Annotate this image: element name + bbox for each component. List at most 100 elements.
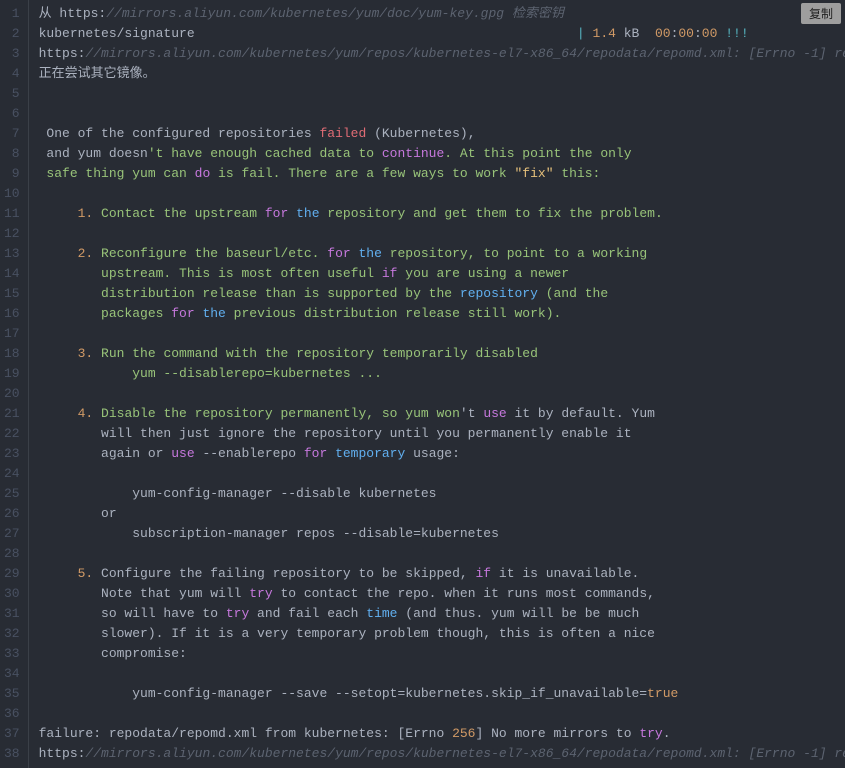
code-token: 't xyxy=(460,406,483,421)
code-token: yum-config-manager --save --setopt=kuber… xyxy=(39,686,648,701)
code-line: 1. Contact the upstream for the reposito… xyxy=(39,204,845,224)
code-line: and yum doesn't have enough cached data … xyxy=(39,144,845,164)
line-number: 18 xyxy=(4,344,20,364)
code-token: : xyxy=(694,26,702,41)
code-line: subscription-manager repos --disable=kub… xyxy=(39,524,845,544)
code-token: compromise: xyxy=(39,646,187,661)
code-token: "fix" xyxy=(515,166,554,181)
line-number: 32 xyxy=(4,624,20,644)
code-content[interactable]: 从 https://mirrors.aliyun.com/kubernetes/… xyxy=(29,0,845,768)
line-number: 13 xyxy=(4,244,20,264)
code-token: if xyxy=(476,566,492,581)
line-number: 20 xyxy=(4,384,20,404)
code-line xyxy=(39,704,845,724)
code-token: repository xyxy=(460,286,538,301)
line-number: 9 xyxy=(4,164,20,184)
code-token: kubernetes/signature xyxy=(39,26,577,41)
line-number: 38 xyxy=(4,744,20,764)
code-line: 3. Run the command with the repository t… xyxy=(39,344,845,364)
code-token: //mirrors.aliyun.com/kubernetes/yum/doc/… xyxy=(106,6,564,21)
code-token: 't have enough cached data to xyxy=(148,146,382,161)
code-token: . At this point the only xyxy=(444,146,631,161)
code-token: 3. xyxy=(78,346,94,361)
code-token: use xyxy=(483,406,506,421)
code-token: kB xyxy=(616,26,655,41)
line-number: 25 xyxy=(4,484,20,504)
code-line: distribution release than is supported b… xyxy=(39,284,845,304)
code-token: try xyxy=(226,606,249,621)
code-token xyxy=(585,26,593,41)
code-line: compromise: xyxy=(39,644,845,664)
code-token: 2. xyxy=(78,246,94,261)
code-token: packages xyxy=(39,306,172,321)
code-token: 00 xyxy=(655,26,671,41)
code-token: or xyxy=(39,506,117,521)
code-token: the xyxy=(359,246,382,261)
code-line: will then just ignore the repository unt… xyxy=(39,424,845,444)
line-number: 35 xyxy=(4,684,20,704)
line-number: 17 xyxy=(4,324,20,344)
code-token: and fail each xyxy=(249,606,366,621)
code-token: continue xyxy=(382,146,444,161)
code-token: it by default. Yum xyxy=(507,406,655,421)
code-token xyxy=(39,566,78,581)
code-token: 1.4 xyxy=(593,26,616,41)
code-line: failure: repodata/repomd.xml from kubern… xyxy=(39,724,845,744)
line-number: 22 xyxy=(4,424,20,444)
code-token: you are using a newer xyxy=(397,266,569,281)
code-line xyxy=(39,324,845,344)
code-token xyxy=(39,406,78,421)
line-number: 12 xyxy=(4,224,20,244)
code-line: yum-config-manager --disable kubernetes xyxy=(39,484,845,504)
code-token: upstream. This is most often useful xyxy=(39,266,382,281)
line-number: 3 xyxy=(4,44,20,64)
code-token: and yum doesn xyxy=(39,146,148,161)
code-token: try xyxy=(639,726,662,741)
line-number: 23 xyxy=(4,444,20,464)
code-line: yum --disablerepo=kubernetes ... xyxy=(39,364,845,384)
code-token: 4. xyxy=(78,406,94,421)
code-token: safe thing yum can xyxy=(39,166,195,181)
line-number: 29 xyxy=(4,564,20,584)
code-token: (and the xyxy=(538,286,608,301)
code-line: upstream. This is most often useful if y… xyxy=(39,264,845,284)
line-number: 6 xyxy=(4,104,20,124)
code-token: Contact the upstream xyxy=(93,206,265,221)
code-token: Run the command with the repository temp… xyxy=(93,346,538,361)
code-token: 256 xyxy=(452,726,475,741)
code-token: (Kubernetes), xyxy=(366,126,475,141)
code-token: is fail. There are a few ways to work xyxy=(210,166,514,181)
code-token: 5. xyxy=(78,566,94,581)
line-number: 19 xyxy=(4,364,20,384)
line-number: 14 xyxy=(4,264,20,284)
code-token: true xyxy=(647,686,678,701)
code-token: repository and get them to fix the probl… xyxy=(320,206,663,221)
code-token: | xyxy=(577,26,585,41)
code-token: so will have to xyxy=(39,606,226,621)
line-number: 24 xyxy=(4,464,20,484)
code-token: One of the configured repositories xyxy=(39,126,320,141)
line-number-gutter: 1234567891011121314151617181920212223242… xyxy=(0,0,29,768)
line-number: 15 xyxy=(4,284,20,304)
code-token: the xyxy=(296,206,319,221)
line-number: 2 xyxy=(4,24,20,44)
code-line xyxy=(39,464,845,484)
code-token: Configure the failing repository to be s… xyxy=(93,566,475,581)
line-number: 11 xyxy=(4,204,20,224)
code-token: distribution release than is supported b… xyxy=(39,286,460,301)
code-token: again or xyxy=(39,446,172,461)
code-line: 5. Configure the failing repository to b… xyxy=(39,564,845,584)
code-token: 从 https: xyxy=(39,6,107,21)
line-number: 33 xyxy=(4,644,20,664)
code-token: !!! xyxy=(725,26,748,41)
code-token xyxy=(351,246,359,261)
code-token: 00 xyxy=(678,26,694,41)
code-token: Disable the repository permanently, so y… xyxy=(93,406,460,421)
code-line: or xyxy=(39,504,845,524)
code-token xyxy=(288,206,296,221)
code-line: 4. Disable the repository permanently, s… xyxy=(39,404,845,424)
code-token: https: xyxy=(39,46,86,61)
copy-button[interactable]: 复制 xyxy=(801,3,841,24)
line-number: 1 xyxy=(4,4,20,24)
code-token: for xyxy=(265,206,288,221)
